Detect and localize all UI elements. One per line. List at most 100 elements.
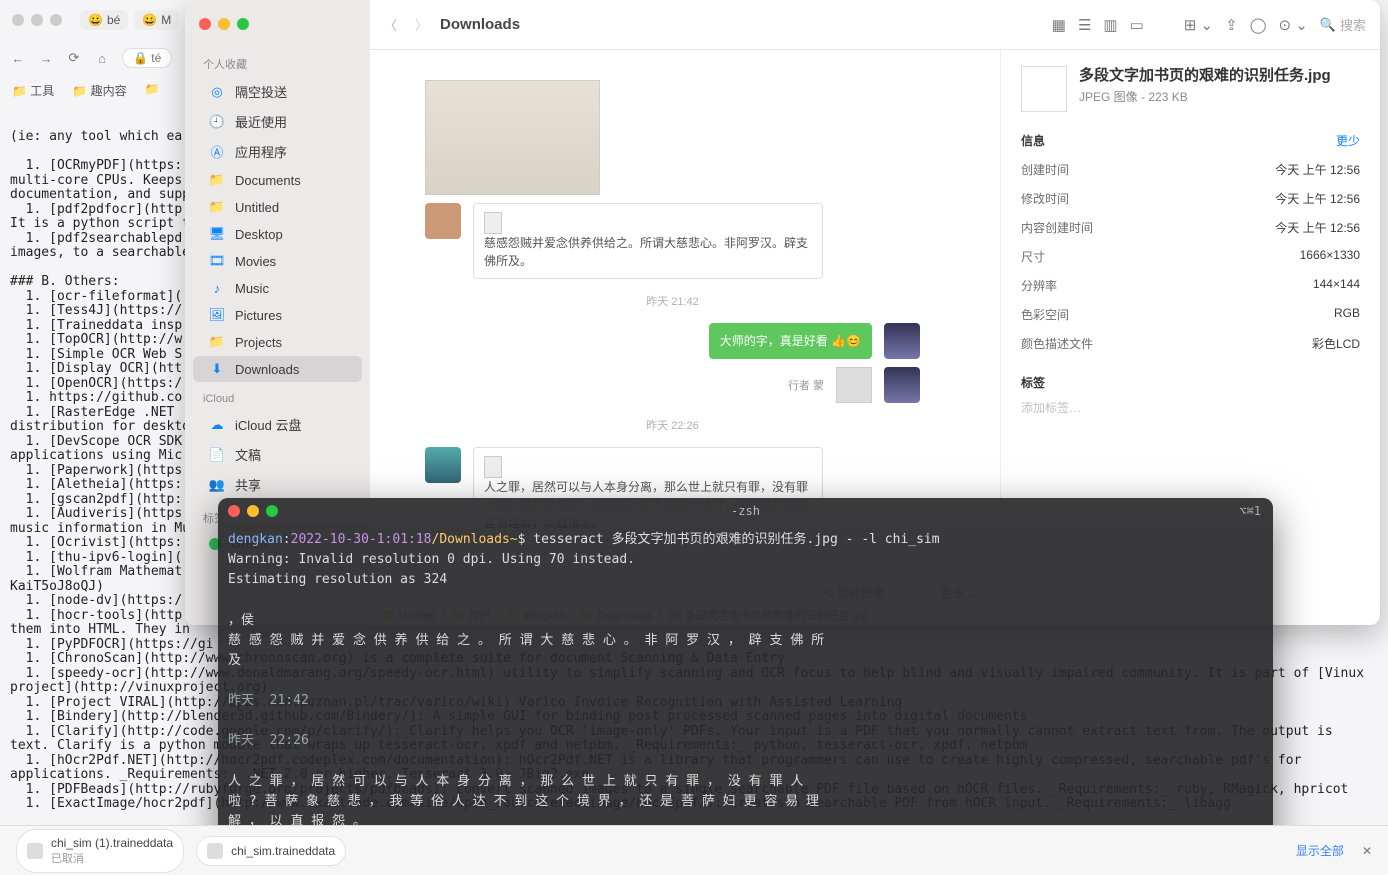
sidebar-item-label: 隔空投送 xyxy=(235,82,287,101)
browser-tabs: 😀 bé 😀 M xyxy=(0,10,179,30)
downloads-shelf: chi_sim (1).traineddata 已取消 chi_sim.trai… xyxy=(0,825,1388,875)
close-shelf-icon[interactable]: ✕ xyxy=(1362,844,1372,858)
thumbnail-icon xyxy=(484,212,502,234)
sidebar-item-label: 最近使用 xyxy=(235,112,287,131)
inspector-value: 144×144 xyxy=(1313,277,1360,294)
sidebar-item-label: Pictures xyxy=(235,308,282,323)
download-filename: chi_sim (1).traineddata xyxy=(51,836,173,850)
terminal-body[interactable]: dengkan:2022-10-30-1:01:18/Downloads~$ t… xyxy=(218,524,1273,860)
sidebar-item-desktop[interactable]: 🖥Desktop xyxy=(193,221,362,247)
show-less-link[interactable]: 更少 xyxy=(1336,132,1360,149)
chat-bubble: 大师的字，真是好看 👍😊 xyxy=(709,323,872,359)
gallery-preview: 慈感怨贼并爱念供养供给之。所谓大慈悲心。非阿罗汉。辟支佛所及。 昨天 21:42… xyxy=(425,80,920,541)
window-controls[interactable] xyxy=(185,12,370,46)
download-item[interactable]: chi_sim.traineddata xyxy=(196,836,346,866)
sidebar-item-隔空投送[interactable]: ◎ 隔空投送 xyxy=(193,77,362,106)
download-icon: ⬇︎ xyxy=(209,361,225,377)
inspector-row: 颜色描述文件 彩色LCD xyxy=(1021,335,1360,352)
sidebar-item-movies[interactable]: 🎞Movies xyxy=(193,248,362,274)
sidebar-item-label: iCloud 云盘 xyxy=(235,415,301,434)
browser-toolbar: ← → ⟳ ⌂ 🔒 té xyxy=(10,48,172,68)
sidebar-item-label: Projects xyxy=(235,335,282,350)
airdrop-icon: ◎ xyxy=(209,84,225,100)
thumbnail-icon xyxy=(484,456,502,478)
sidebar-section-favorites: 个人收藏 xyxy=(185,46,370,76)
bookmark-folder[interactable]: 📁 趣内容 xyxy=(72,82,126,99)
inspector-value: 彩色LCD xyxy=(1312,335,1360,352)
tag-icon[interactable]: ◯ xyxy=(1250,16,1267,34)
apps-icon: Ⓐ xyxy=(209,144,225,160)
sidebar-item-文稿[interactable]: 📄 文稿 xyxy=(193,440,362,469)
inspector-value: 1666×1330 xyxy=(1300,248,1360,265)
chat-bubble: 慈感怨贼并爱念供养供给之。所谓大慈悲心。非阿罗汉。辟支佛所及。 xyxy=(473,203,823,279)
pic-icon: 🖼 xyxy=(209,307,225,323)
download-filename: chi_sim.traineddata xyxy=(231,844,335,858)
forward-icon[interactable]: → xyxy=(38,51,54,66)
inspector-row: 修改时间今天 上午 12:56 xyxy=(1021,190,1360,207)
sidebar-item-projects[interactable]: 📁 Projects xyxy=(193,329,362,355)
folder-icon: 📁 xyxy=(209,334,225,350)
bookmark-folder[interactable]: 📁 xyxy=(145,82,160,99)
inspector-key: 修改时间 xyxy=(1021,190,1069,207)
terminal-window: -zsh ⌥⌘1 dengkan:2022-10-30-1:01:18/Down… xyxy=(218,498,1273,860)
nav-forward-icon[interactable]: 〉 xyxy=(415,15,428,34)
browser-tab[interactable]: 😀 bé xyxy=(80,10,128,30)
group-by-icon[interactable]: ⊞ ⌄ xyxy=(1184,16,1213,34)
movie-icon: 🎞 xyxy=(209,253,225,269)
inspector-key: 分辨率 xyxy=(1021,277,1057,294)
sidebar-item-label: 文稿 xyxy=(235,445,261,464)
tags-input[interactable]: 添加标签… xyxy=(1021,399,1360,416)
thumbnail-icon xyxy=(836,367,872,403)
sidebar-item-pictures[interactable]: 🖼 Pictures xyxy=(193,302,362,328)
window-controls[interactable] xyxy=(0,14,74,26)
tags-section-title: 标签 xyxy=(1021,374,1360,391)
cloud-icon: ☁︎ xyxy=(209,417,225,433)
sidebar-item-最近使用[interactable]: 🕘最近使用 xyxy=(193,107,362,136)
bookmark-bar: 📁 工具 📁 趣内容 📁 xyxy=(12,82,160,99)
doc-icon: 📄 xyxy=(209,447,225,463)
share-icon[interactable]: ⇪ xyxy=(1225,16,1238,34)
chat-timestamp: 昨天 21:42 xyxy=(425,293,920,309)
finder-title: Downloads xyxy=(440,16,520,33)
nav-back-icon[interactable]: 〈 xyxy=(384,15,397,34)
sidebar-item-music[interactable]: ♪Music xyxy=(193,275,362,301)
view-list-icon[interactable]: ☰ xyxy=(1078,16,1091,34)
home-icon[interactable]: ⌂ xyxy=(94,51,110,66)
terminal-shortcut: ⌥⌘1 xyxy=(1239,504,1261,518)
address-bar[interactable]: 🔒 té xyxy=(122,48,172,68)
sidebar-item-应用程序[interactable]: Ⓐ 应用程序 xyxy=(193,137,362,166)
sidebar-item-downloads[interactable]: ⬇︎ Downloads xyxy=(193,356,362,382)
terminal-title: -zsh xyxy=(218,504,1273,518)
inspector-thumbnail xyxy=(1021,66,1067,112)
sidebar-item-共享[interactable]: 👥共享 xyxy=(193,470,362,499)
avatar xyxy=(884,367,920,403)
sidebar-item-label: Downloads xyxy=(235,362,299,377)
browser-tab[interactable]: 😀 M xyxy=(134,10,179,30)
sidebar-item-documents[interactable]: 📁Documents xyxy=(193,167,362,193)
back-icon[interactable]: ← xyxy=(10,51,26,66)
sidebar-item-icloud 云盘[interactable]: ☁︎ iCloud 云盘 xyxy=(193,410,362,439)
finder-search[interactable]: 🔍 搜索 xyxy=(1320,15,1366,34)
folder-icon: 📁 xyxy=(209,199,225,215)
view-icon-grid-icon[interactable]: ▦ xyxy=(1052,16,1066,34)
inspector-value: 今天 上午 12:56 xyxy=(1275,219,1360,236)
reload-icon[interactable]: ⟳ xyxy=(66,50,82,66)
inspector-row: 分辨率 144×144 xyxy=(1021,277,1360,294)
sidebar-section-icloud: iCloud xyxy=(185,383,370,409)
sidebar-item-label: 应用程序 xyxy=(235,142,287,161)
download-item[interactable]: chi_sim (1).traineddata 已取消 xyxy=(16,829,184,873)
inspector-key: 颜色描述文件 xyxy=(1021,335,1093,352)
show-all-downloads[interactable]: 显示全部 xyxy=(1296,842,1344,859)
desktop-icon: 🖥 xyxy=(209,226,225,242)
view-gallery-icon[interactable]: ▭ xyxy=(1130,16,1144,34)
avatar xyxy=(425,447,461,483)
inspector-key: 尺寸 xyxy=(1021,248,1045,265)
avatar xyxy=(425,203,461,239)
sidebar-item-untitled[interactable]: 📁Untitled xyxy=(193,194,362,220)
bookmark-folder[interactable]: 📁 工具 xyxy=(12,82,54,99)
action-menu-icon[interactable]: ⊙ ⌄ xyxy=(1278,16,1307,34)
folder-icon: 📁 xyxy=(209,172,225,188)
caption: 行者 蒙 xyxy=(788,377,824,393)
view-columns-icon[interactable]: ▥ xyxy=(1103,16,1117,34)
finder-toolbar: 〈 〉 Downloads ▦ ☰ ▥ ▭ ⊞ ⌄ ⇪ ◯ ⊙ ⌄ 🔍 搜索 xyxy=(370,0,1380,50)
